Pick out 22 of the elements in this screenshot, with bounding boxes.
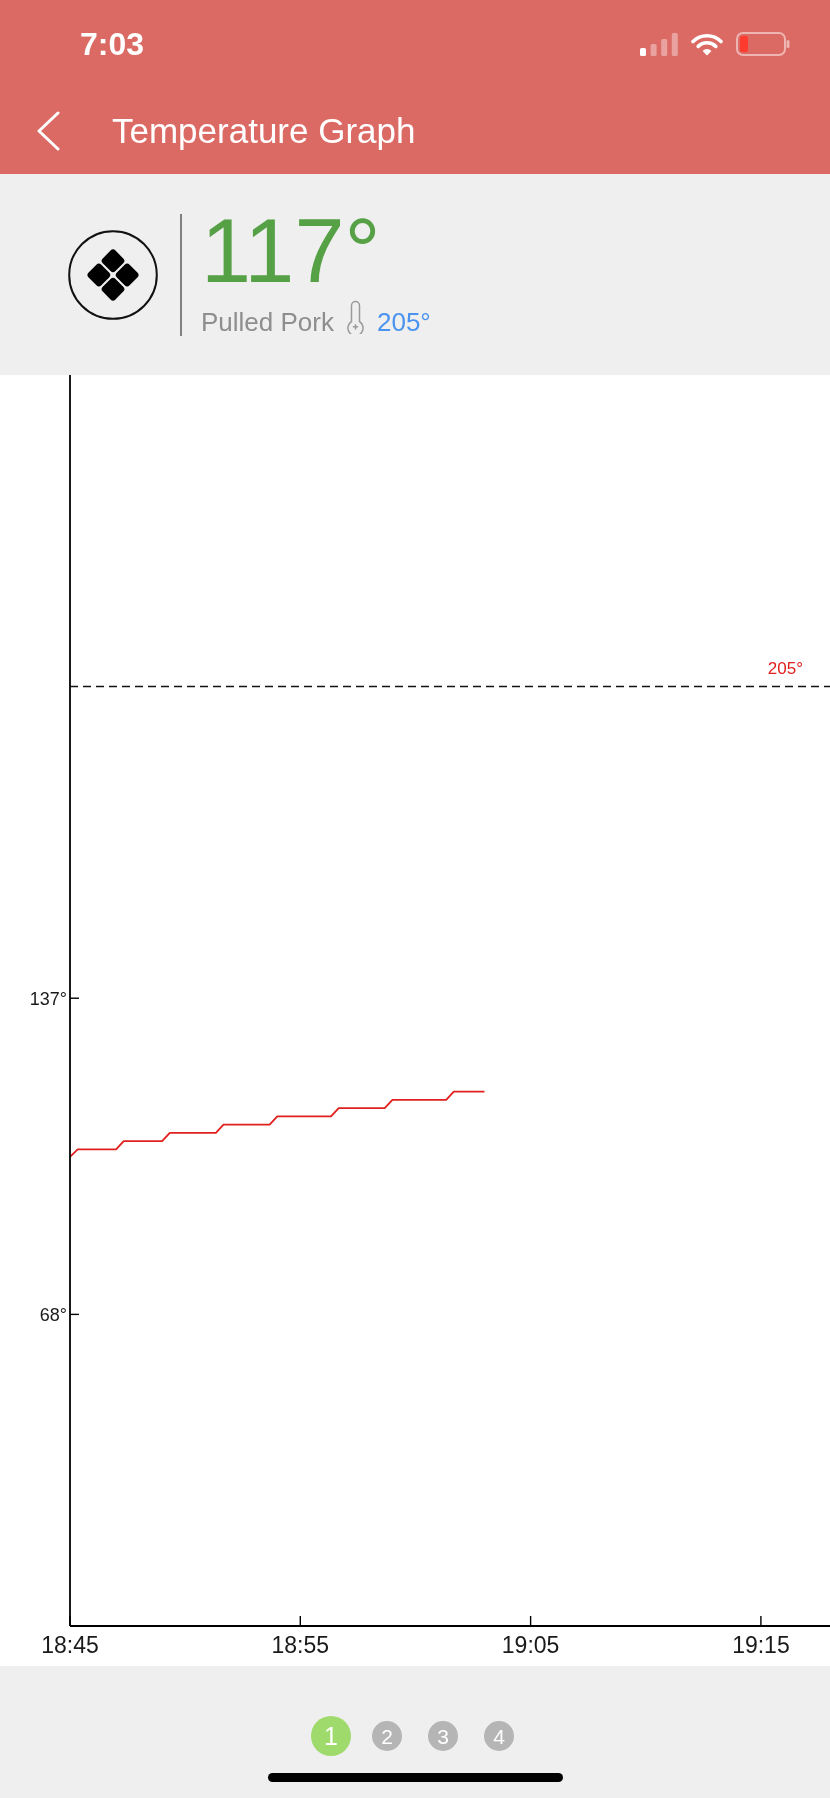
status-time: 7:03 [80,28,145,60]
page-button[interactable]: 4 [484,1721,514,1751]
x-tick-label: 18:55 [271,1632,330,1658]
wifi-icon [691,32,723,56]
diamond-circle-icon [68,229,158,320]
page-button[interactable]: 2 [372,1721,402,1751]
x-tick-label: 19:05 [501,1632,560,1658]
y-tick-label: 68° [39,1305,67,1326]
battery-icon [736,32,790,56]
target-temperature: 205° [376,306,431,338]
current-temperature: 117° [201,206,382,296]
chevron-left-icon [36,111,60,151]
page-button[interactable]: 1 [311,1716,351,1756]
y-tick-label: 137° [29,989,67,1010]
x-tick-label: 18:45 [41,1632,99,1658]
page-title: Temperature Graph [112,110,416,152]
target-label: 205° [767,658,803,678]
x-tick-label: 19:15 [732,1632,790,1658]
signal-icon [640,32,678,56]
food-name: Pulled Pork [201,306,334,338]
page-button[interactable]: 3 [428,1721,458,1751]
thermometer-icon [345,300,365,334]
